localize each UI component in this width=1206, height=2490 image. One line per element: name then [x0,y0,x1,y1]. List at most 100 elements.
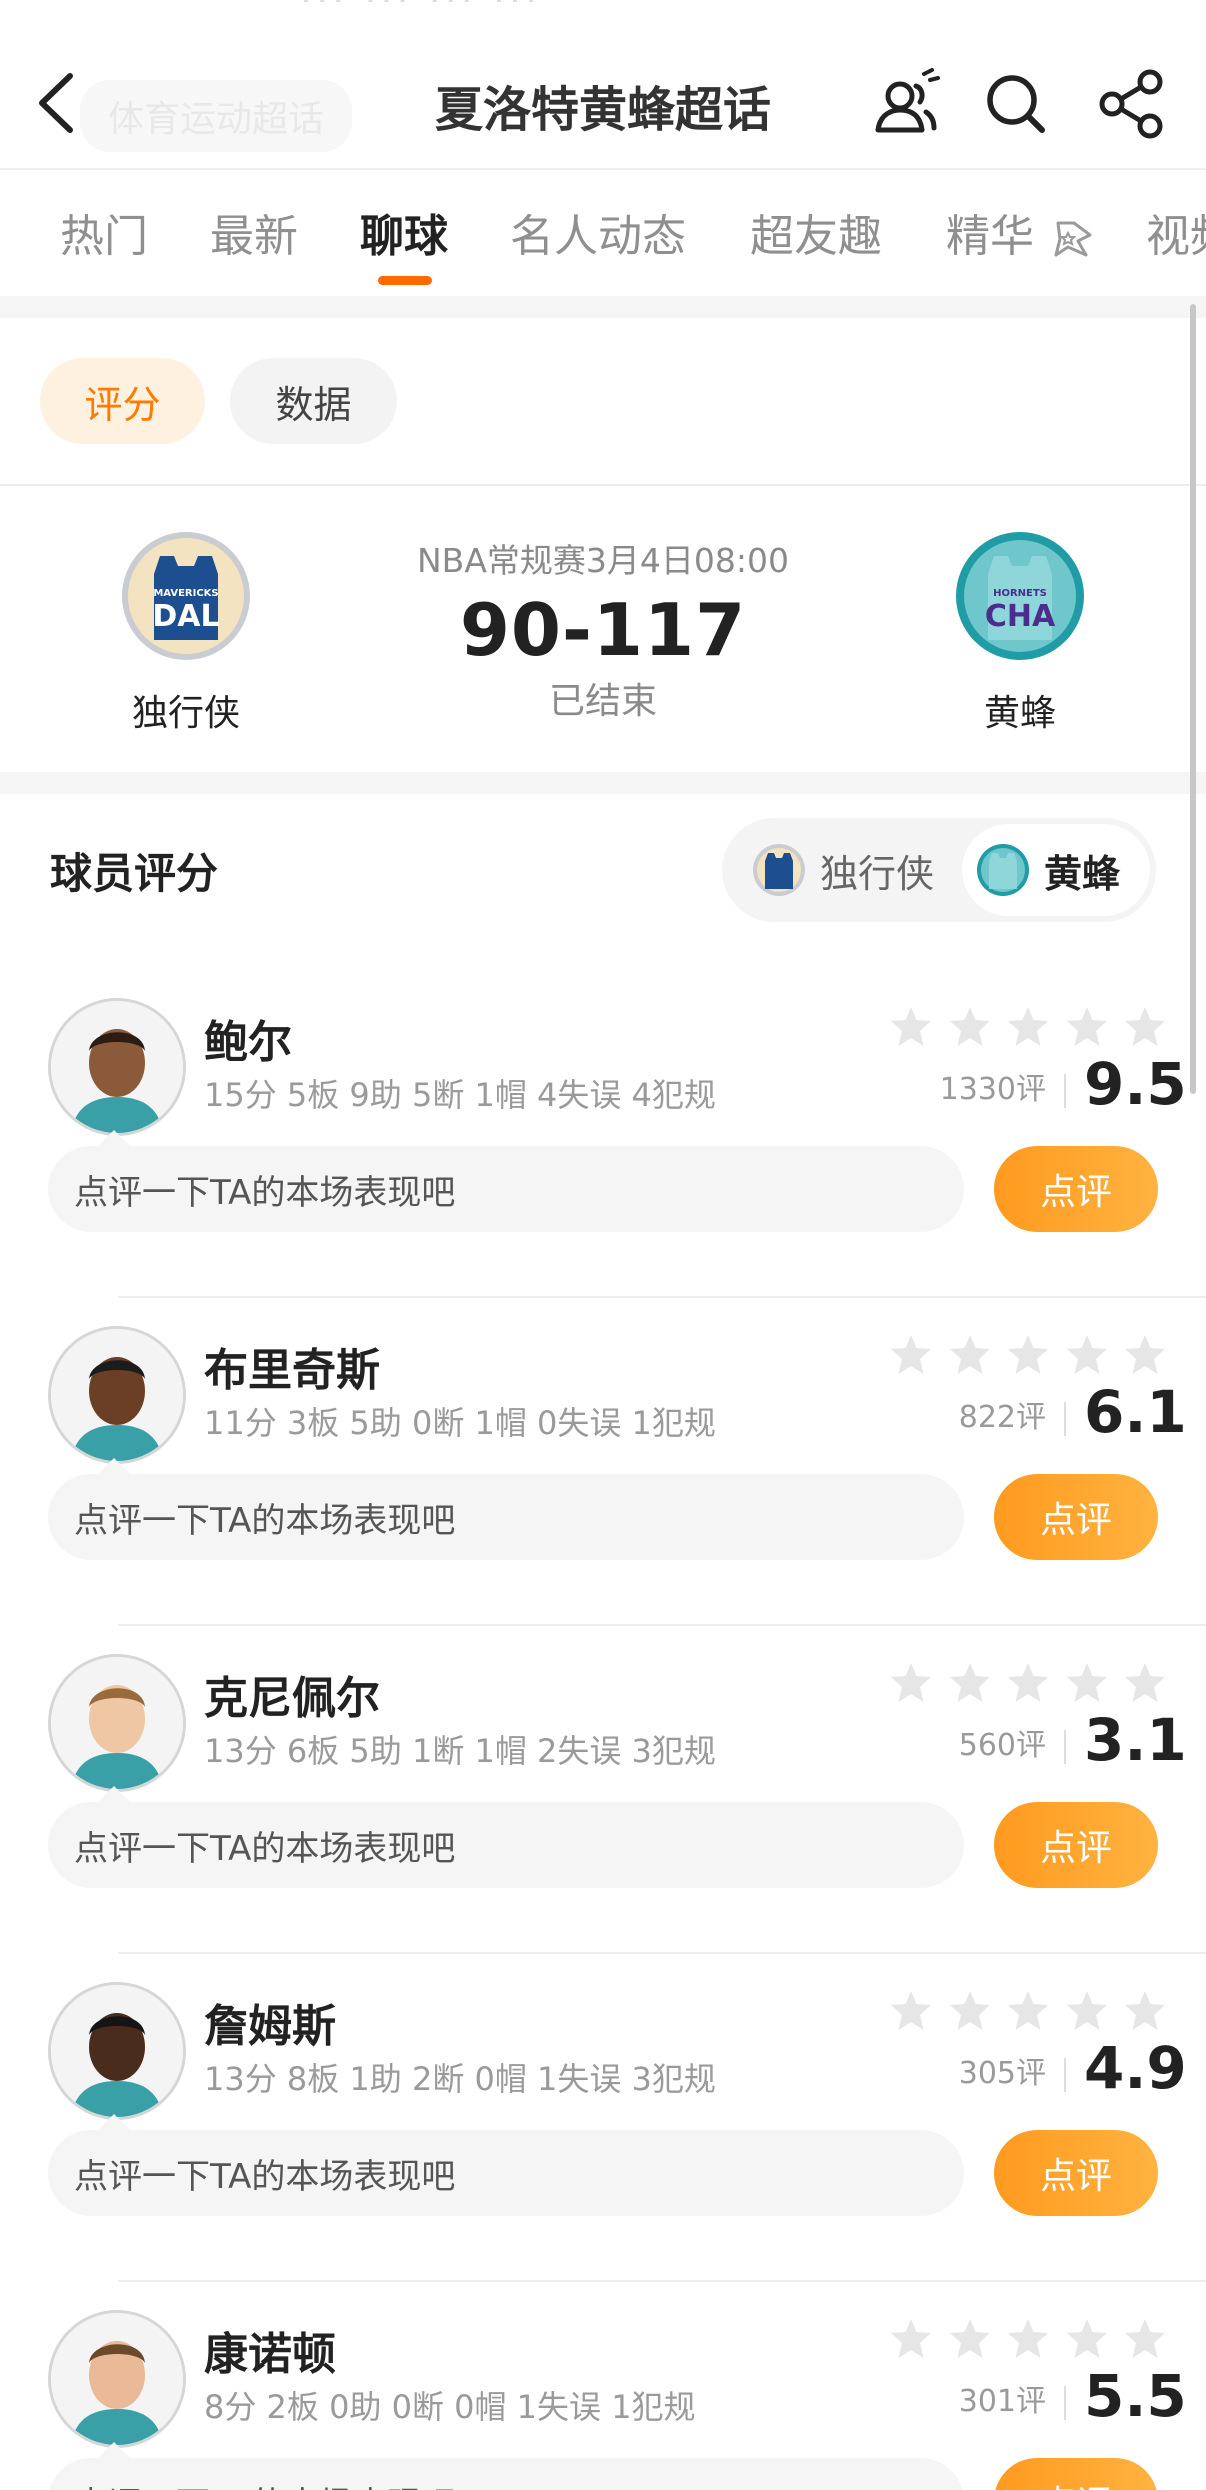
player-avatar[interactable] [48,1654,186,1792]
star-icon[interactable] [888,1004,934,1050]
rating-stars[interactable] [888,1660,1168,1708]
player-photo-icon [51,1001,183,1133]
rate-button[interactable]: 点评 [994,2458,1158,2490]
group-chat-button[interactable] [866,64,946,144]
player-stats: 11分 3板 5助 0断 1帽 0失误 1犯规 [204,1404,716,1442]
section-gap-2 [0,772,1206,794]
search-icon [987,75,1045,133]
star-icon[interactable] [1064,1332,1110,1378]
comment-input[interactable]: 点评一下TA的本场表现吧 [48,2458,964,2490]
star-icon[interactable] [1005,1988,1051,2034]
toggle-team-dal[interactable]: 独行侠 [752,818,934,922]
tab-video[interactable]: 视频 [1146,200,1206,264]
player-photo-icon [51,1329,183,1461]
tab-celebrity[interactable]: 名人动态 [510,200,686,264]
cha-mini-logo-icon [977,844,1029,896]
tab-chat-ball[interactable]: 聊球 [360,200,448,264]
star-icon[interactable] [947,1332,993,1378]
star-icon[interactable] [1005,1660,1051,1706]
rate-button[interactable]: 点评 [994,1146,1158,1232]
tab-bar: 热门 最新 聊球 名人动态 超友趣 精华 视频 [0,200,1206,290]
filter-rating[interactable]: 评分 [40,358,205,444]
rate-button[interactable]: 点评 [994,1474,1158,1560]
share-button[interactable] [1092,64,1172,144]
search-button[interactable] [976,64,1056,144]
rating-stars[interactable] [888,2316,1168,2364]
star-icon[interactable] [1122,1004,1168,1050]
star-icon[interactable] [1064,1004,1110,1050]
player-photo-icon [51,1985,183,2117]
tab-hot[interactable]: 热门 [60,200,148,264]
star-icon[interactable] [1005,1004,1051,1050]
player-name: 克尼佩尔 [204,1673,380,1724]
star-icon[interactable] [1064,1660,1110,1706]
rating-count: 301评 [958,2384,1046,2419]
rate-button[interactable]: 点评 [994,1802,1158,1888]
rating-stars[interactable] [888,1004,1168,1052]
header-divider [0,168,1206,170]
star-icon[interactable] [1122,1988,1168,2034]
cha-logo-text: CHA [985,599,1056,634]
match-status: 已结束 [548,681,657,722]
tab-fan-fun[interactable]: 超友趣 [750,200,882,264]
star-icon[interactable] [1122,1660,1168,1706]
star-icon[interactable] [947,1660,993,1706]
player-name: 鲍尔 [204,1017,292,1068]
comment-input[interactable]: 点评一下TA的本场表现吧 [48,1146,964,1232]
filter-divider [0,484,1206,486]
dal-logo-sub: MAVERICKS [153,588,218,599]
star-icon[interactable] [947,1004,993,1050]
star-icon[interactable] [888,1332,934,1378]
player-row: 鲍尔 15分 5板 9助 5断 1帽 4失误 4犯规 1330评 9.5 点评一下TA的… [0,970,1206,1298]
section-title: 球员评分 [50,849,219,898]
star-icon[interactable] [1005,1332,1051,1378]
star-icon[interactable] [1064,2316,1110,2362]
player-row: 康诺顿 8分 2板 0助 0断 0帽 1失误 1犯规 301评 5.5 点评一下TA的本… [0,2282,1206,2490]
star-icon[interactable] [1064,1988,1110,2034]
toggle-team-cha[interactable]: 黄蜂 [962,824,1150,916]
rating-count: 822评 [958,1400,1046,1435]
filter-data[interactable]: 数据 [230,358,397,444]
star-icon[interactable] [888,2316,934,2362]
comment-input[interactable]: 点评一下TA的本场表现吧 [48,1474,964,1560]
star-icon[interactable] [888,1988,934,2034]
player-avatar[interactable] [48,1982,186,2120]
player-score: 5.5 [1084,2362,1187,2430]
player-avatar[interactable] [48,2310,186,2448]
group-chat-icon [875,68,940,133]
player-stats: 13分 6板 5助 1断 1帽 2失误 3犯规 [204,1732,716,1770]
player-stats: 15分 5板 9助 5断 1帽 4失误 4犯规 [204,1076,716,1114]
player-row: 克尼佩尔 13分 6板 5助 1断 1帽 2失误 3犯规 560评 3.1 点评一下TA… [0,1626,1206,1954]
away-team-name: 黄蜂 [983,693,1056,734]
home-team[interactable]: MAVERICKS DAL 独行侠 [86,530,286,736]
star-icon[interactable] [1122,1332,1168,1378]
tab-latest[interactable]: 最新 [210,200,298,264]
star-icon[interactable] [947,1988,993,2034]
tab-featured-label: 精华 [946,211,1034,262]
rating-stars[interactable] [888,1332,1168,1380]
top-nav-bar: 体育运动超话 夏洛特黄蜂超话 [0,40,1206,170]
rating-stars[interactable] [888,1988,1168,2036]
star-icon[interactable] [1122,2316,1168,2362]
player-name: 布里奇斯 [204,1345,380,1396]
star-icon[interactable] [1005,2316,1051,2362]
dal-logo-icon: MAVERICKS DAL [122,532,250,660]
share-icon [1099,69,1163,139]
rate-button[interactable]: 点评 [994,2130,1158,2216]
tab-featured[interactable]: 精华 [946,200,1098,264]
rating-count: 305评 [958,2056,1046,2091]
comment-input[interactable]: 点评一下TA的本场表现吧 [48,2130,964,2216]
team-toggle: 独行侠 黄蜂 [722,818,1156,922]
match-score: 90-117 [459,588,747,672]
away-team[interactable]: HORNETS CHA 黄蜂 [920,530,1120,736]
player-avatar[interactable] [48,998,186,1136]
comment-input[interactable]: 点评一下TA的本场表现吧 [48,1802,964,1888]
rating-count: 560评 [958,1728,1046,1763]
player-avatar[interactable] [48,1326,186,1464]
star-icon[interactable] [947,2316,993,2362]
cha-logo-sub: HORNETS [993,588,1047,599]
score-separator [1064,1730,1066,1764]
cha-logo-icon: HORNETS CHA [956,532,1084,660]
player-photo-icon [51,2313,183,2445]
star-icon[interactable] [888,1660,934,1706]
